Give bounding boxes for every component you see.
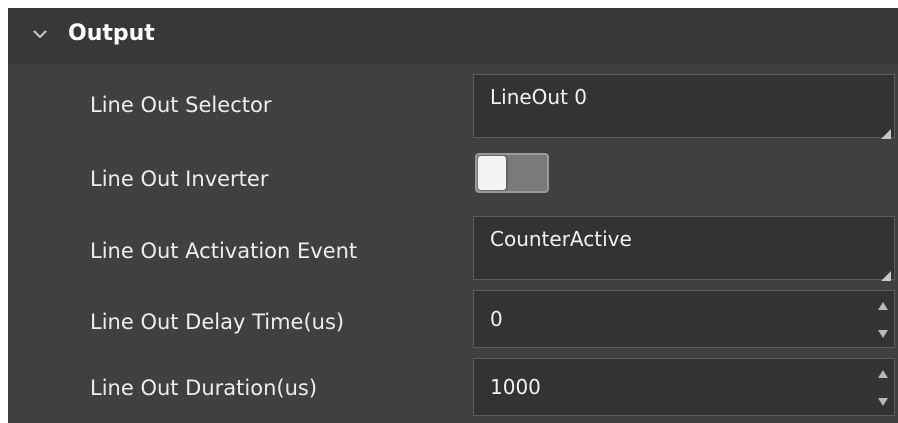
line-out-duration-value: 1000 xyxy=(490,375,541,399)
line-out-delay-time-value: 0 xyxy=(490,307,503,331)
line-out-activation-event-dropdown[interactable]: CounterActive xyxy=(473,216,895,281)
decrement-arrow-icon[interactable] xyxy=(876,394,890,408)
chevron-down-icon[interactable] xyxy=(30,24,50,44)
output-section-header[interactable]: Output xyxy=(8,8,898,64)
line-out-selector-label: Line Out Selector xyxy=(90,93,272,117)
output-property-panel: Output Line Out Selector LineOut 0 Line … xyxy=(8,8,898,423)
line-out-selector-dropdown[interactable]: LineOut 0 xyxy=(473,74,895,139)
line-out-duration-spinbox[interactable]: 1000 xyxy=(473,358,895,416)
line-out-delay-time-spinbox[interactable]: 0 xyxy=(473,290,895,348)
line-out-inverter-label: Line Out Inverter xyxy=(90,167,269,191)
line-out-delay-time-label: Line Out Delay Time(us) xyxy=(90,310,345,334)
increment-arrow-icon[interactable] xyxy=(876,366,890,380)
increment-arrow-icon[interactable] xyxy=(876,298,890,312)
decrement-arrow-icon[interactable] xyxy=(876,326,890,340)
dropdown-corner-icon xyxy=(881,124,891,139)
line-out-selector-value: LineOut 0 xyxy=(490,85,588,109)
toggle-knob xyxy=(478,156,506,190)
line-out-inverter-toggle[interactable] xyxy=(475,153,549,193)
line-out-activation-event-label: Line Out Activation Event xyxy=(90,239,358,263)
line-out-duration-label: Line Out Duration(us) xyxy=(90,376,318,400)
dropdown-corner-icon xyxy=(881,266,891,281)
section-title: Output xyxy=(68,21,155,46)
line-out-activation-event-value: CounterActive xyxy=(490,227,632,251)
